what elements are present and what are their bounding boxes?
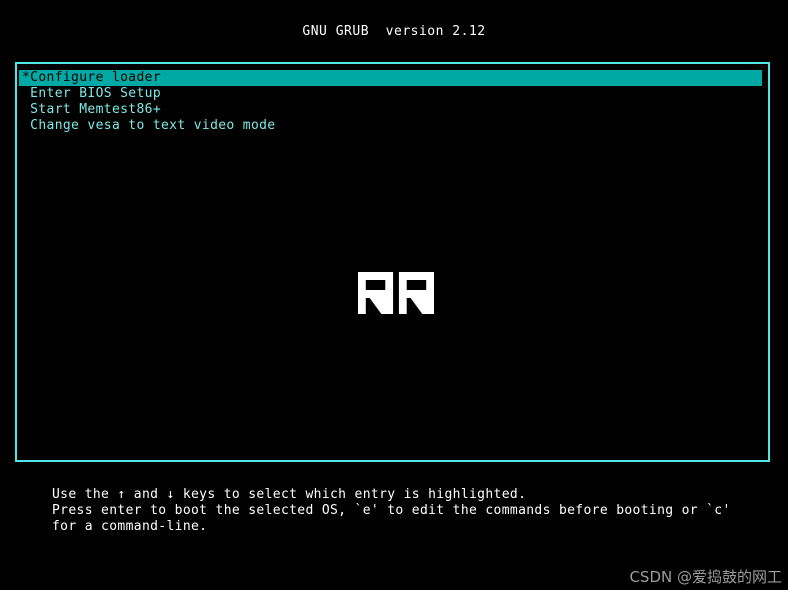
boot-menu: *Configure loader Enter BIOS Setup Start… — [15, 62, 770, 462]
grub-version-title: GNU GRUB version 2.12 — [302, 24, 486, 39]
help-text-line-2: Press enter to boot the selected OS, `e'… — [52, 503, 731, 518]
rr-logo-letter-r1 — [358, 272, 394, 314]
rr-logo-icon — [358, 272, 434, 314]
help-text-line-1: Use the ↑ and ↓ keys to select which ent… — [52, 487, 527, 502]
help-text: Use the ↑ and ↓ keys to select which ent… — [52, 487, 731, 535]
menu-entry-change-video-mode[interactable]: Change vesa to text video mode — [19, 118, 762, 134]
menu-entry-configure-loader[interactable]: *Configure loader — [19, 70, 762, 86]
rr-logo-letter-r2 — [398, 272, 434, 314]
grub-screen: GNU GRUB version 2.12 *Configure loader … — [0, 0, 788, 590]
help-text-line-3: for a command-line. — [52, 519, 208, 534]
csdn-watermark: CSDN @爱捣鼓的网工 — [629, 568, 782, 586]
menu-entry-start-memtest[interactable]: Start Memtest86+ — [19, 102, 762, 118]
menu-entry-enter-bios-setup[interactable]: Enter BIOS Setup — [19, 86, 762, 102]
